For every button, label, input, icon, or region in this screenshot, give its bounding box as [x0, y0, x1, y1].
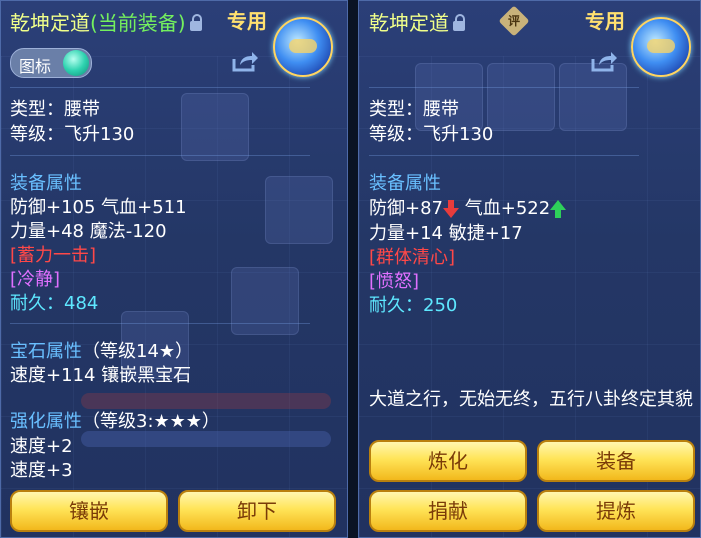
durability: 耐久：484: [10, 289, 98, 315]
durability-value: 250: [423, 295, 458, 316]
item-name: 乾坤定道: [10, 11, 90, 35]
background-slot: [559, 63, 627, 131]
belt-item-icon: [631, 17, 691, 77]
item-type: 类型：腰带: [369, 99, 459, 120]
durability-value: 484: [64, 293, 99, 314]
special-effect: [群体清心]: [369, 247, 456, 268]
toggle-knob: [63, 50, 89, 76]
lock-icon: [189, 14, 202, 31]
lock-icon: [453, 14, 465, 31]
attribute-line: 防御+105 气血+511: [10, 197, 187, 218]
background-slot: [487, 63, 555, 131]
rate-icon-label: 评: [507, 14, 520, 28]
exclusive-label: 专用: [585, 9, 625, 33]
attribute-line: 力量+48 魔法-120: [10, 221, 167, 242]
panel-divider: [348, 0, 358, 538]
separator: [369, 87, 639, 88]
background-slot: [265, 176, 333, 244]
defense-value: 防御+87: [369, 198, 443, 219]
icon-toggle-label: 图标: [19, 57, 52, 76]
enhance-header-label: 强化属性: [10, 411, 82, 432]
separator: [10, 323, 310, 324]
separator: [10, 87, 310, 88]
extract-button[interactable]: 提炼: [537, 490, 695, 532]
current-equipped-label: (当前装备): [90, 11, 186, 35]
equip-button[interactable]: 装备: [537, 440, 695, 482]
separator: [10, 155, 310, 156]
gem-line: 速度+114 镶嵌黑宝石: [10, 365, 192, 386]
item-level: 等级：飞升130: [10, 124, 135, 145]
gem-level: （等级14★）: [82, 341, 194, 362]
attribute-line: 防御+87 气血+522: [369, 194, 567, 220]
special-skill: [冷静]: [10, 269, 61, 290]
item-type: 类型：腰带: [10, 99, 100, 120]
special-skill: [愤怒]: [369, 271, 420, 292]
enhance-attributes-header: 强化属性（等级3:★★★）: [10, 407, 220, 433]
item-title: 乾坤定道(当前装备): [10, 7, 202, 36]
refine-button[interactable]: 炼化: [369, 440, 527, 482]
background-bar: [81, 431, 331, 447]
durability-label: 耐久：: [369, 295, 423, 316]
item-level: 等级：飞升130: [369, 124, 494, 145]
background-slot: [231, 267, 299, 335]
icon-toggle[interactable]: 图标: [10, 48, 92, 78]
attribute-line: 力量+14 敏捷+17: [369, 223, 523, 244]
enhance-level: （等级3:★★★）: [82, 411, 220, 432]
separator: [369, 155, 639, 156]
gem-attributes-header: 宝石属性（等级14★）: [10, 337, 193, 363]
durability-label: 耐久：: [10, 293, 64, 314]
rate-icon[interactable]: 评: [498, 5, 530, 37]
exclusive-label: 专用: [227, 9, 267, 33]
share-icon[interactable]: [231, 51, 259, 73]
background-slot: [181, 93, 249, 161]
equip-attributes-header: 装备属性: [10, 173, 82, 194]
enhance-line: 速度+3: [10, 460, 73, 481]
hp-value: 气血+522: [464, 198, 551, 219]
item-name: 乾坤定道: [369, 11, 449, 35]
inlay-button[interactable]: 镶嵌: [10, 490, 168, 532]
equip-attributes-header: 装备属性: [369, 173, 441, 194]
compare-equipment-panel: 乾坤定道 专用 类型：腰带 等级：飞升130 装备属性 防御+87 气血+522…: [358, 0, 701, 538]
arrow-down-icon: [443, 200, 459, 218]
durability: 耐久：250: [369, 291, 457, 317]
enhance-line: 速度+2: [10, 436, 73, 457]
item-title: 乾坤定道: [369, 7, 465, 36]
unequip-button[interactable]: 卸下: [178, 490, 336, 532]
share-icon[interactable]: [590, 51, 618, 73]
special-effect: [蓄力一击]: [10, 245, 97, 266]
donate-button[interactable]: 捐献: [369, 490, 527, 532]
arrow-up-icon: [550, 200, 567, 218]
item-description: 大道之行，无始无终，五行八卦终定其貌: [369, 389, 693, 410]
current-equipment-panel: 乾坤定道(当前装备) 专用 图标 类型：腰带 等级：飞升130 装备属性 防御+…: [0, 0, 348, 538]
belt-item-icon: [273, 17, 333, 77]
gem-header-label: 宝石属性: [10, 341, 82, 362]
